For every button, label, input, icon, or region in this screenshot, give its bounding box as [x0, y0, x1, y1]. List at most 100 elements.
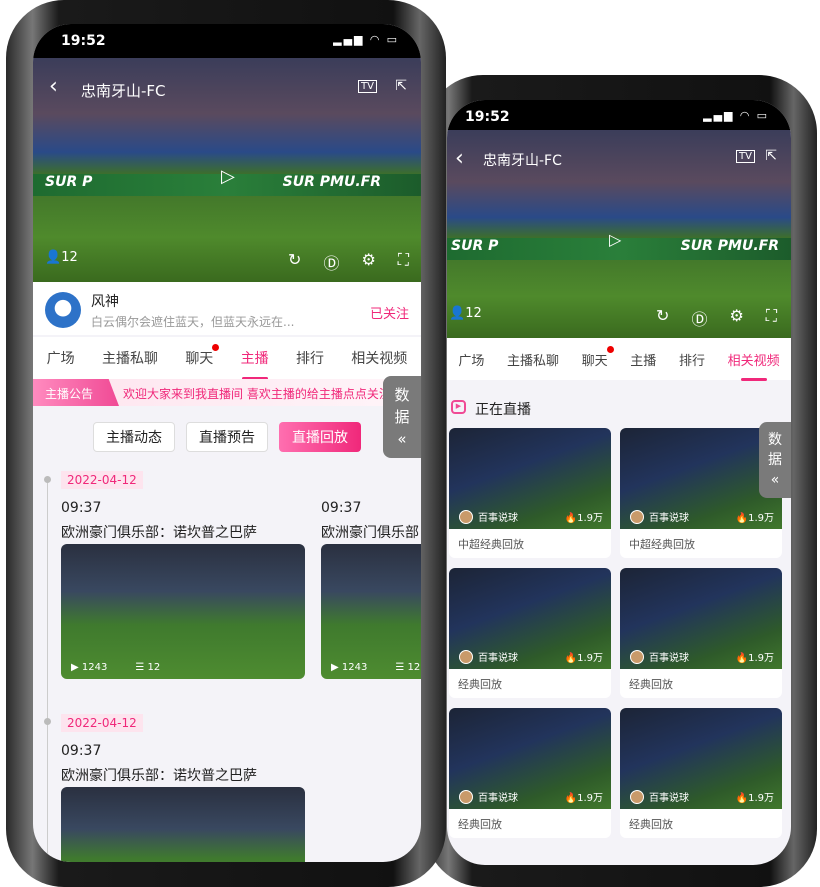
replay-thumbnail[interactable] [61, 787, 305, 862]
author-name: 百事说球 [649, 513, 689, 524]
video-player[interactable]: SUR P SUR PMU.FR ‹ 忠南牙山-FC TV ⇱ ▷ 👤12 ↻ Ⓓ ⚙… [33, 58, 421, 282]
phone-screen-right: 19:52 ▂▄▆ ◠ ▭ SUR P SUR PMU.FR ‹ 忠南牙山-FC T… [447, 100, 791, 865]
play-icon[interactable]: ▷ [221, 166, 235, 187]
viewer-count: 👤12 [45, 250, 78, 265]
live-thumbnail: 百事说球 🔥1.9万 [449, 708, 611, 809]
tab-anchor[interactable]: 主播 [630, 350, 656, 369]
live-card[interactable]: 百事说球 🔥1.9万中超经典回放 [449, 428, 611, 558]
author-name: 百事说球 [478, 793, 518, 804]
refresh-icon[interactable]: ↻ [656, 306, 669, 330]
author-name: 百事说球 [649, 653, 689, 664]
tab-chat[interactable]: 聊天 [582, 345, 614, 369]
live-card[interactable]: 百事说球 🔥1.9万经典回放 [449, 708, 611, 838]
fullscreen-icon[interactable]: ⛶ [398, 250, 409, 274]
tab-bar: 广场 主播私聊 聊天 主播 排行 相关视频 [33, 337, 421, 379]
tab-plaza[interactable]: 广场 [458, 350, 484, 369]
danmaku-icon[interactable]: Ⓓ [323, 250, 339, 274]
phone-screen-left: 19:52 ▂▄▆ ◠ ▭ SUR P SUR PMU.FR ‹ 忠南牙山-FC T… [33, 24, 421, 862]
section-title: 正在直播 [475, 402, 531, 418]
settings-icon[interactable]: ⚙ [361, 250, 375, 274]
tv-cast-icon[interactable]: TV [358, 80, 377, 93]
tab-private-chat[interactable]: 主播私聊 [102, 348, 158, 368]
announcement-text: 欢迎大家来到我直播间 喜欢主播的给主播点点关注 [123, 387, 391, 401]
card-caption: 经典回放 [629, 678, 673, 691]
unread-dot [606, 345, 614, 353]
live-thumbnail: 百事说球 🔥1.9万 [620, 568, 782, 669]
refresh-icon[interactable]: ↻ [288, 250, 301, 274]
announcement-bar: 主播公告 欢迎大家来到我直播间 喜欢主播的给主播点点关注 [33, 379, 421, 406]
video-title: 忠南牙山-FC [81, 82, 166, 100]
popularity-count: 🔥1.9万 [735, 653, 774, 664]
author-name: 百事说球 [478, 653, 518, 664]
video-title: 忠南牙山-FC [483, 153, 562, 169]
author-avatar [630, 789, 644, 804]
live-icon: ▶ [451, 400, 466, 414]
share-icon[interactable]: ⇱ [395, 78, 407, 94]
tab-anchor[interactable]: 主播 [241, 348, 269, 368]
card-caption: 经典回放 [458, 818, 502, 831]
data-panel-toggle[interactable]: 数据 « [383, 376, 421, 458]
card-caption: 经典回放 [458, 678, 502, 691]
back-icon[interactable]: ‹ [49, 74, 58, 99]
anchor-name: 风神 [91, 294, 119, 310]
share-icon[interactable]: ⇱ [765, 148, 777, 164]
tab-plaza[interactable]: 广场 [47, 348, 75, 368]
live-card[interactable]: 百事说球 🔥1.9万 经典回放 [449, 568, 611, 698]
author-avatar [459, 509, 473, 524]
subtab-live-preview[interactable]: 直播预告 [186, 422, 268, 452]
author-avatar [459, 649, 473, 664]
card-caption: 中超经典回放 [458, 538, 524, 551]
card-caption: 中超经典回放 [629, 538, 695, 551]
tab-chat[interactable]: 聊天 [185, 344, 220, 368]
popularity-count: 🔥1.9万 [735, 793, 774, 804]
timeline-date: 2022-04-12 [61, 471, 143, 489]
settings-icon[interactable]: ⚙ [729, 306, 743, 330]
live-thumbnail: 百事说球 🔥1.9万 [620, 428, 782, 529]
unread-dot [212, 344, 220, 351]
play-icon[interactable]: ▷ [609, 230, 621, 249]
tab-ranking[interactable]: 排行 [679, 350, 705, 369]
live-thumbnail: 百事说球 🔥1.9万 [449, 428, 611, 529]
fullscreen-icon[interactable]: ⛶ [766, 306, 777, 330]
signal-wifi-battery-icon: ▂▄▆ ◠ ▭ [703, 109, 769, 122]
author-avatar [630, 649, 644, 664]
live-card[interactable]: 百事说球 🔥1.9万中超经典回放 [620, 428, 782, 558]
timeline-date: 2022-04-12 [61, 714, 143, 732]
anchor-info: 风神 白云偶尔会遮住蓝天，但蓝天永远在... 已关注 [33, 282, 421, 335]
video-player[interactable]: SUR P SUR PMU.FR ‹ 忠南牙山-FC TV ⇱ ▷ 👤12 ↻ Ⓓ ⚙… [447, 130, 791, 338]
popularity-count: 🔥1.9万 [564, 793, 603, 804]
status-bar: 19:52 ▂▄▆ ◠ ▭ [447, 100, 791, 130]
tab-private-chat[interactable]: 主播私聊 [507, 350, 559, 369]
anchor-bio: 白云偶尔会遮住蓝天，但蓝天永远在... [91, 315, 295, 329]
comment-count: ☰ 12 [135, 662, 161, 673]
back-icon[interactable]: ‹ [455, 146, 464, 171]
live-card[interactable]: 百事说球 🔥1.9万经典回放 [620, 568, 782, 698]
viewer-count: 👤12 [449, 306, 482, 321]
data-panel-toggle[interactable]: 数据 « [759, 422, 791, 498]
tab-related-videos[interactable]: 相关视频 [351, 348, 407, 368]
tab-ranking[interactable]: 排行 [296, 348, 324, 368]
author-avatar [459, 789, 473, 804]
live-card[interactable]: 百事说球 🔥1.9万经典回放 [620, 708, 782, 838]
author-name: 百事说球 [478, 513, 518, 524]
comment-count: ☰ 12 [395, 662, 421, 673]
live-thumbnail: 百事说球 🔥1.9万 [620, 708, 782, 809]
follow-button[interactable]: 已关注 [370, 303, 409, 322]
popularity-count: 🔥1.9万 [564, 513, 603, 524]
status-bar: 19:52 ▂▄▆ ◠ ▭ [33, 24, 421, 58]
avatar[interactable] [45, 292, 81, 328]
replay-thumbnail[interactable]: ▶ 1243 ☰ 12 [321, 544, 421, 679]
announcement-label: 主播公告 [33, 379, 119, 406]
signal-wifi-battery-icon: ▂▄▆ ◠ ▭ [333, 33, 399, 46]
tab-bar: 广场 主播私聊 聊天 主播 排行 相关视频 [447, 338, 791, 380]
tv-cast-icon[interactable]: TV [736, 150, 755, 163]
card-caption: 经典回放 [629, 818, 673, 831]
play-count: ▶ 1243 [71, 662, 108, 673]
replay-thumbnail[interactable]: ▶ 1243 ☰ 12 [61, 544, 305, 679]
subtab-live-replay[interactable]: 直播回放 [279, 422, 361, 452]
play-count: ▶ 1243 [331, 662, 368, 673]
author-avatar [630, 509, 644, 524]
danmaku-icon[interactable]: Ⓓ [691, 306, 707, 330]
subtab-anchor-updates[interactable]: 主播动态 [93, 422, 175, 452]
tab-related-videos[interactable]: 相关视频 [728, 350, 780, 369]
